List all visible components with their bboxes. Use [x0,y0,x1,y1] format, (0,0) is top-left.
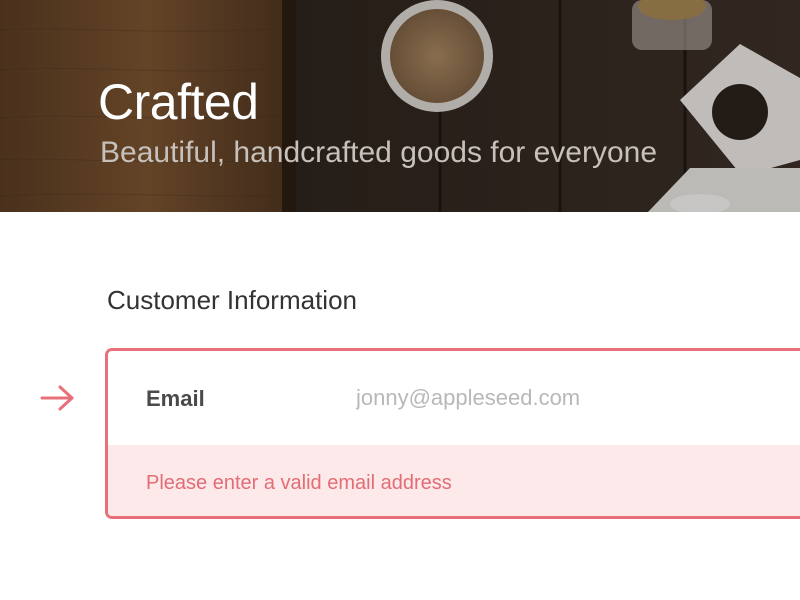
brand-title: Crafted [98,74,259,130]
email-field-group: Email Please enter a valid email address [105,348,800,519]
email-error-banner: Please enter a valid email address [108,445,800,516]
email-field-row[interactable]: Email [108,351,800,445]
brand-tagline: Beautiful, handcrafted goods for everyon… [100,136,658,169]
email-error-message: Please enter a valid email address [146,472,452,494]
email-input[interactable] [356,379,796,417]
hero-banner: Crafted Beautiful, handcrafted goods for… [0,0,800,212]
email-label: Email [146,386,205,411]
arrow-right-icon [40,385,74,411]
section-heading: Customer Information [107,285,357,315]
